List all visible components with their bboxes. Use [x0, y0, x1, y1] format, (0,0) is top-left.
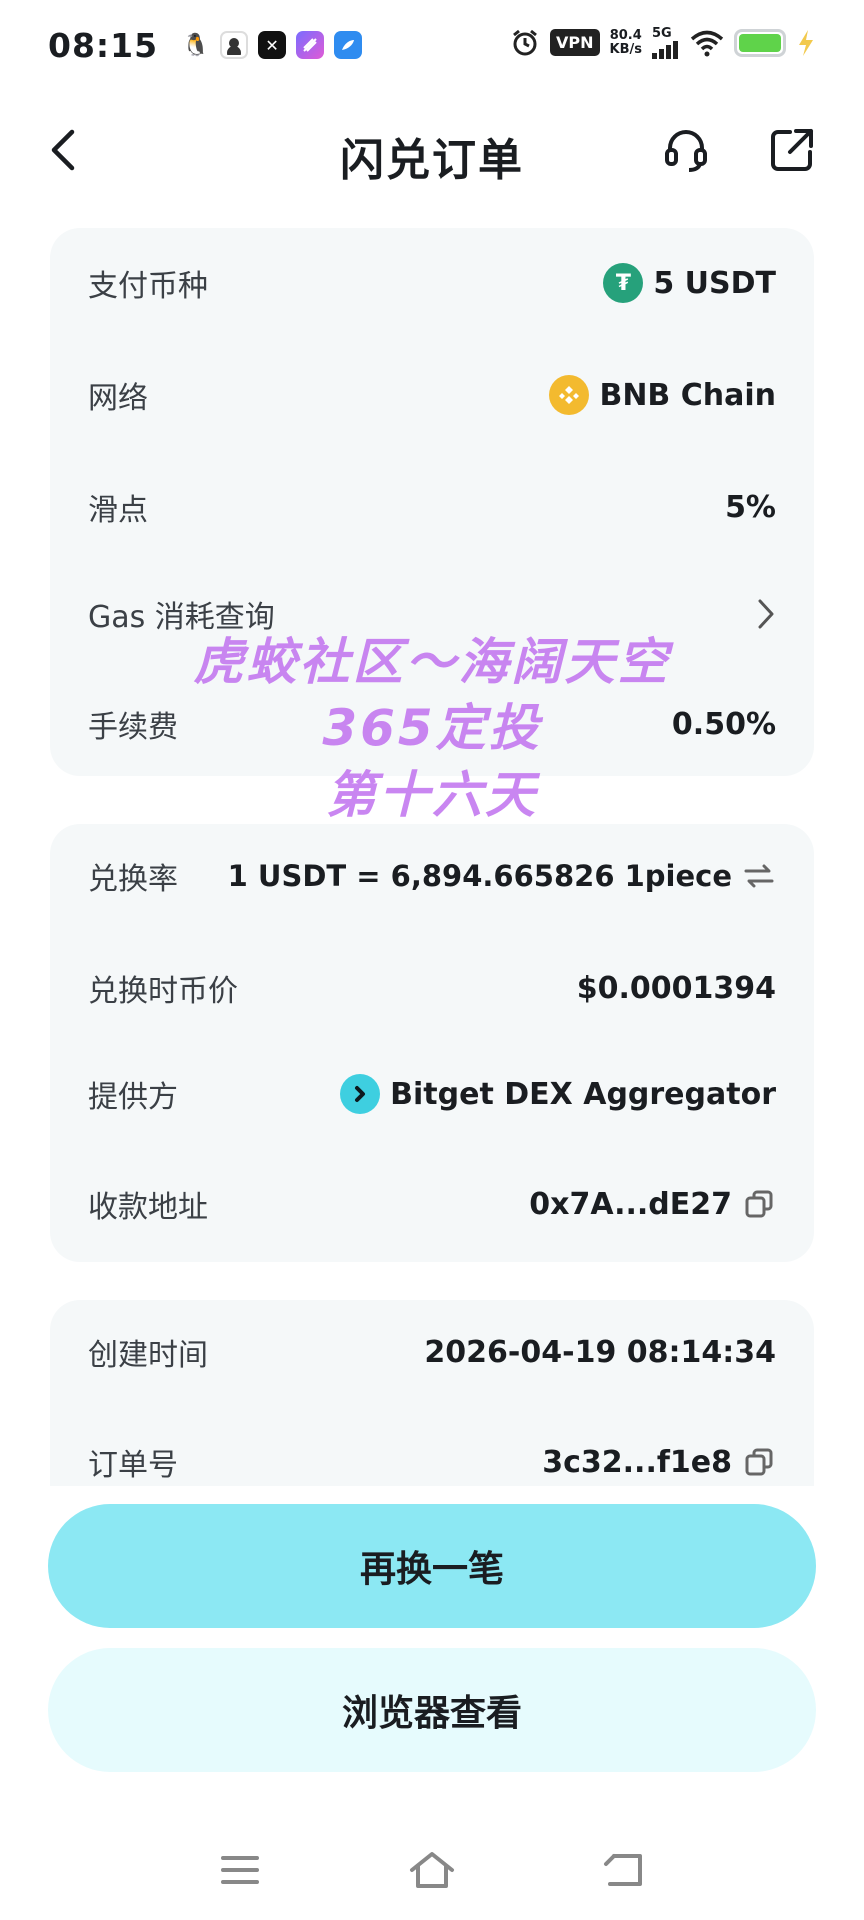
pay-currency-row: 支付币种 ₮ 5 USDT	[88, 253, 776, 313]
x-icon: ✕	[258, 31, 287, 59]
swap-again-button[interactable]: 再换一笔	[48, 1504, 816, 1628]
menu-icon	[221, 1856, 259, 1884]
swap-details-card: 兑换率 1 USDT = 6,894.665826 1piece 兑换时币价 $…	[50, 824, 814, 1262]
swap-arrows-icon[interactable]	[742, 859, 776, 893]
network-type: 5G	[652, 26, 672, 41]
receive-address-value: 0x7A...dE27	[529, 1186, 732, 1222]
return-icon	[604, 1854, 642, 1886]
view-in-browser-button[interactable]: 浏览器查看	[48, 1648, 816, 1772]
created-time-value: 2026-04-19 08:14:34	[424, 1334, 776, 1370]
created-time-label: 创建时间	[88, 1338, 208, 1373]
slippage-label: 滑点	[88, 493, 148, 528]
customer-service-button[interactable]	[658, 122, 714, 178]
nav-home-button[interactable]	[402, 1840, 462, 1900]
order-info-card: 创建时间 2026-04-19 08:14:34 订单号 3c32...f1e8	[50, 1300, 814, 1486]
browser-icon	[334, 31, 363, 59]
signal-icon	[652, 41, 678, 59]
gas-query-row[interactable]: Gas 消耗查询	[88, 584, 776, 644]
chevron-right-icon	[758, 599, 774, 629]
system-nav-bar	[0, 1840, 864, 1900]
status-indicators: VPN 80.4 KB/s 5G	[510, 26, 816, 59]
app-icon	[296, 31, 325, 59]
header: 闪兑订单	[0, 100, 864, 200]
created-time-row: 创建时间 2026-04-19 08:14:34	[88, 1322, 776, 1382]
status-app-icons: 🐧 ✕	[182, 31, 363, 59]
speed-value: 80.4	[609, 27, 642, 43]
exchange-rate-label: 兑换率	[88, 862, 178, 897]
coin-price-value: $0.0001394	[576, 970, 776, 1006]
alarm-icon	[513, 29, 537, 55]
copy-order-icon[interactable]	[742, 1445, 776, 1479]
bnb-icon	[549, 375, 590, 415]
receive-address-label: 收款地址	[88, 1190, 208, 1225]
page-title: 闪兑订单	[340, 135, 524, 186]
provider-label: 提供方	[88, 1080, 178, 1115]
battery-icon	[734, 28, 786, 57]
exchange-rate-value: 1 USDT = 6,894.665826 1piece	[227, 859, 732, 893]
share-icon	[771, 129, 813, 171]
fee-row: 手续费 0.50%	[88, 694, 776, 754]
provider-icon	[340, 1074, 381, 1114]
charging-icon	[799, 29, 813, 56]
share-button[interactable]	[764, 122, 820, 178]
pay-currency-label: 支付币种	[88, 269, 208, 304]
network-speed: 80.4 KB/s	[609, 27, 642, 57]
network-value: BNB Chain	[599, 377, 776, 413]
wifi-icon	[690, 30, 724, 56]
order-number-value: 3c32...f1e8	[542, 1444, 732, 1480]
fee-label: 手续费	[88, 710, 178, 745]
network-label: 网络	[88, 381, 148, 416]
qq-icon: 🐧	[182, 31, 211, 59]
nav-menu-button[interactable]	[210, 1840, 270, 1900]
exchange-rate-row: 兑换率 1 USDT = 6,894.665826 1piece	[88, 846, 776, 906]
fee-value: 0.50%	[671, 706, 776, 742]
provider-row: 提供方 Bitget DEX Aggregator	[88, 1064, 776, 1124]
nav-back-button[interactable]	[594, 1840, 654, 1900]
speed-unit: KB/s	[609, 41, 642, 57]
status-time: 08:15	[48, 25, 159, 65]
coin-price-row: 兑换时币价 $0.0001394	[88, 958, 776, 1018]
avatar-icon	[220, 31, 249, 59]
order-number-label: 订单号	[88, 1448, 178, 1483]
copy-address-icon[interactable]	[742, 1187, 776, 1221]
home-icon	[410, 1852, 454, 1888]
slippage-row: 滑点 5%	[88, 477, 776, 537]
network-row: 网络 BNB Chain	[88, 365, 776, 425]
pay-currency-value: 5 USDT	[653, 265, 776, 301]
coin-price-label: 兑换时币价	[88, 974, 238, 1009]
headset-icon	[665, 130, 707, 172]
order-summary-card: 支付币种 ₮ 5 USDT 网络 BNB Chain 滑点 5% Gas 消耗查…	[50, 228, 814, 776]
gas-query-label: Gas 消耗查询	[88, 600, 275, 635]
slippage-value: 5%	[725, 489, 776, 525]
provider-value: Bitget DEX Aggregator	[390, 1076, 776, 1112]
usdt-icon: ₮	[603, 263, 644, 303]
vpn-badge: VPN	[550, 29, 600, 56]
receive-address-row: 收款地址 0x7A...dE27	[88, 1174, 776, 1234]
status-bar: 08:15 🐧 ✕ VPN 80.4 KB/s 5G	[0, 0, 864, 90]
order-number-row: 订单号 3c32...f1e8	[88, 1432, 776, 1492]
